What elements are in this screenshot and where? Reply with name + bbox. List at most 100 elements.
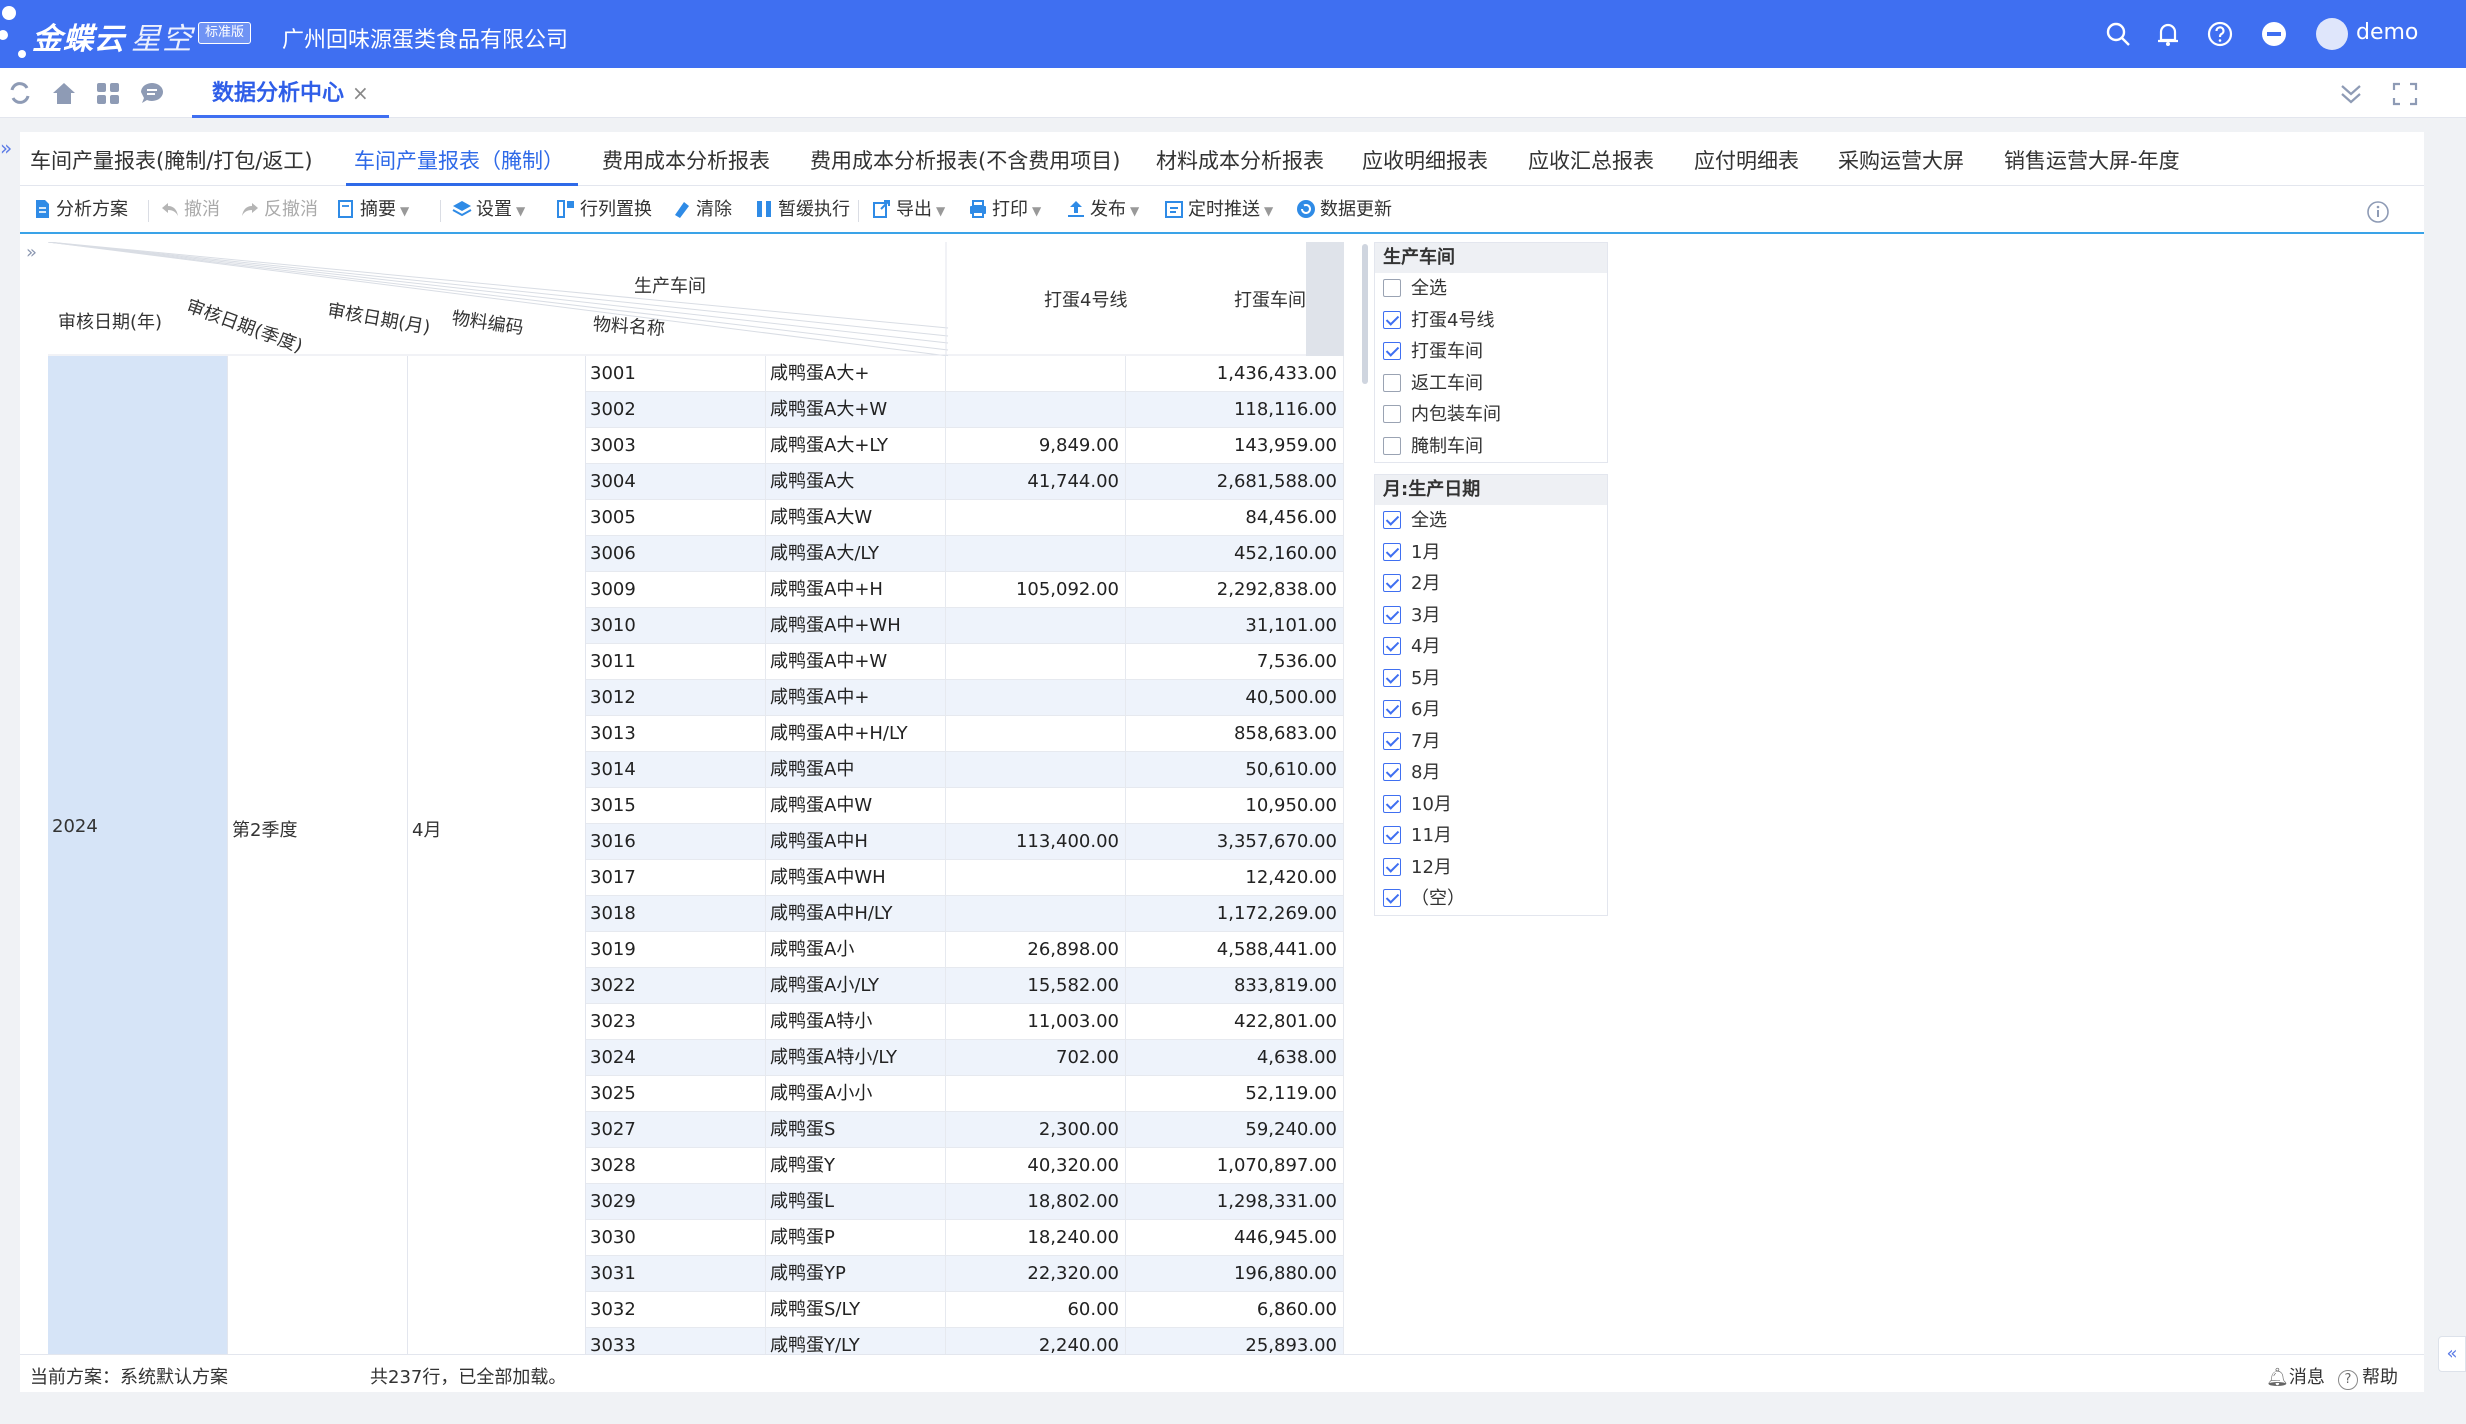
line4-value-cell[interactable]: 22,320.00 xyxy=(946,1256,1126,1292)
workshop-value-cell[interactable]: 196,880.00 xyxy=(1126,1256,1344,1292)
user-name[interactable]: demo xyxy=(2356,20,2418,45)
workshop-value-cell[interactable]: 2,681,588.00 xyxy=(1126,464,1344,500)
table-row[interactable]: 3005 咸鸭蛋A大W 84,456.00 xyxy=(586,500,1344,536)
line4-value-cell[interactable] xyxy=(946,680,1126,716)
checkbox-checked-icon[interactable] xyxy=(1383,511,1401,529)
table-row[interactable]: 3009 咸鸭蛋A中+H 105,092.00 2,292,838.00 xyxy=(586,572,1344,608)
tab-material-cost[interactable]: 材料成本分析报表 xyxy=(1156,132,1324,186)
table-row[interactable]: 3027 咸鸭蛋S 2,300.00 59,240.00 xyxy=(586,1112,1344,1148)
settings-button[interactable]: 设置 ▼ xyxy=(452,198,525,222)
filter-option[interactable]: 6月 xyxy=(1375,694,1607,726)
material-code-cell[interactable]: 3014 xyxy=(586,752,766,788)
material-code-cell[interactable]: 3029 xyxy=(586,1184,766,1220)
material-code-cell[interactable]: 3028 xyxy=(586,1148,766,1184)
material-name-cell[interactable]: 咸鸭蛋A中+ xyxy=(766,680,946,716)
line4-value-cell[interactable]: 60.00 xyxy=(946,1292,1126,1328)
tab-purchase-dashboard[interactable]: 采购运营大屏 xyxy=(1838,132,1964,186)
table-row[interactable]: 3023 咸鸭蛋A特小 11,003.00 422,801.00 xyxy=(586,1004,1344,1040)
tab-receivable-summary[interactable]: 应收汇总报表 xyxy=(1528,132,1654,186)
workshop-value-cell[interactable]: 118,116.00 xyxy=(1126,392,1344,428)
material-name-cell[interactable]: 咸鸭蛋A小小 xyxy=(766,1076,946,1112)
workshop-value-cell[interactable]: 1,436,433.00 xyxy=(1126,356,1344,392)
publish-button[interactable]: 发布 ▼ xyxy=(1066,198,1139,222)
table-row[interactable]: 3004 咸鸭蛋A大 41,744.00 2,681,588.00 xyxy=(586,464,1344,500)
table-row[interactable]: 3006 咸鸭蛋A大/LY 452,160.00 xyxy=(586,536,1344,572)
tab-workshop-output-all[interactable]: 车间产量报表(腌制/打包/返工) xyxy=(30,132,313,186)
workshop-value-cell[interactable]: 3,357,670.00 xyxy=(1126,824,1344,860)
filter-option[interactable]: 5月 xyxy=(1375,663,1607,695)
workshop-value-cell[interactable]: 143,959.00 xyxy=(1126,428,1344,464)
tab-cost-analysis-no-expense[interactable]: 费用成本分析报表(不含费用项目) xyxy=(810,132,1120,186)
checkbox-checked-icon[interactable] xyxy=(1383,826,1401,844)
table-row[interactable]: 3002 咸鸭蛋A大+W 118,116.00 xyxy=(586,392,1344,428)
line4-value-cell[interactable]: 105,092.00 xyxy=(946,572,1126,608)
material-name-cell[interactable]: 咸鸭蛋A中 xyxy=(766,752,946,788)
filter-option[interactable]: 1月 xyxy=(1375,537,1607,569)
workshop-value-cell[interactable]: 25,893.00 xyxy=(1126,1328,1344,1356)
checkbox-icon[interactable] xyxy=(1383,405,1401,423)
workshop-value-cell[interactable]: 6,860.00 xyxy=(1126,1292,1344,1328)
material-code-cell[interactable]: 3022 xyxy=(586,968,766,1004)
material-code-cell[interactable]: 3009 xyxy=(586,572,766,608)
workshop-value-cell[interactable]: 12,420.00 xyxy=(1126,860,1344,896)
material-name-cell[interactable]: 咸鸭蛋P xyxy=(766,1220,946,1256)
table-row[interactable]: 3015 咸鸭蛋A中W 10,950.00 xyxy=(586,788,1344,824)
workshop-value-cell[interactable]: 52,119.00 xyxy=(1126,1076,1344,1112)
material-code-cell[interactable]: 3006 xyxy=(586,536,766,572)
filter-option[interactable]: 8月 xyxy=(1375,757,1607,789)
workshop-value-cell[interactable]: 59,240.00 xyxy=(1126,1112,1344,1148)
checkbox-checked-icon[interactable] xyxy=(1383,668,1401,687)
info-icon[interactable] xyxy=(2366,200,2390,224)
filter-option[interactable]: （空） xyxy=(1375,883,1607,915)
tab-payable-detail[interactable]: 应付明细表 xyxy=(1694,132,1799,186)
checkbox-checked-icon[interactable] xyxy=(1383,857,1401,876)
apps-grid-icon[interactable] xyxy=(94,80,122,106)
chevron-down-double-icon[interactable] xyxy=(2336,80,2366,108)
material-code-cell[interactable]: 3005 xyxy=(586,500,766,536)
checkbox-checked-icon[interactable] xyxy=(1383,605,1401,624)
tab-workshop-output-pickling[interactable]: 车间产量报表（腌制） xyxy=(346,132,578,186)
brand-logo[interactable]: 金蝶云 星空 xyxy=(32,14,193,58)
schedule-push-button[interactable]: 定时推送 ▼ xyxy=(1164,198,1273,222)
checkbox-checked-icon[interactable] xyxy=(1383,731,1401,750)
line4-value-cell[interactable] xyxy=(946,896,1126,932)
workshop-value-cell[interactable]: 1,298,331.00 xyxy=(1126,1184,1344,1220)
filter-option[interactable]: 打蛋车间 xyxy=(1375,336,1607,368)
material-code-cell[interactable]: 3031 xyxy=(586,1256,766,1292)
workshop-value-cell[interactable]: 446,945.00 xyxy=(1126,1220,1344,1256)
pause-button[interactable]: 暂缓执行 xyxy=(754,198,850,222)
material-code-cell[interactable]: 3013 xyxy=(586,716,766,752)
line4-value-cell[interactable]: 41,744.00 xyxy=(946,464,1126,500)
material-name-cell[interactable]: 咸鸭蛋Y/LY xyxy=(766,1328,946,1356)
avatar[interactable] xyxy=(2316,18,2348,50)
company-name[interactable]: 广州回味源蛋类食品有限公司 xyxy=(282,22,568,54)
workshop-value-cell[interactable]: 2,292,838.00 xyxy=(1126,572,1344,608)
material-code-cell[interactable]: 3024 xyxy=(586,1040,766,1076)
material-name-cell[interactable]: 咸鸭蛋S/LY xyxy=(766,1292,946,1328)
table-row[interactable]: 3010 咸鸭蛋A中+WH 31,101.00 xyxy=(586,608,1344,644)
line4-value-cell[interactable]: 9,849.00 xyxy=(946,428,1126,464)
material-code-cell[interactable]: 3015 xyxy=(586,788,766,824)
line4-value-cell[interactable]: 15,582.00 xyxy=(946,968,1126,1004)
material-name-cell[interactable]: 咸鸭蛋A中+H xyxy=(766,572,946,608)
filter-option[interactable]: 内包装车间 xyxy=(1375,399,1607,431)
material-code-cell[interactable]: 3032 xyxy=(586,1292,766,1328)
material-name-cell[interactable]: 咸鸭蛋A大W xyxy=(766,500,946,536)
filter-option[interactable]: 12月 xyxy=(1375,852,1607,884)
close-icon[interactable]: × xyxy=(352,81,369,105)
table-row[interactable]: 3017 咸鸭蛋A中WH 12,420.00 xyxy=(586,860,1344,896)
checkbox-checked-icon[interactable] xyxy=(1383,794,1401,813)
line4-value-cell[interactable]: 11,003.00 xyxy=(946,1004,1126,1040)
bell-icon[interactable] xyxy=(2154,20,2182,48)
undo-button[interactable]: 撤消 xyxy=(160,198,220,222)
transpose-button[interactable]: 行列置换 xyxy=(556,198,652,222)
material-code-cell[interactable]: 3003 xyxy=(586,428,766,464)
search-icon[interactable] xyxy=(2104,20,2132,48)
table-row[interactable]: 3031 咸鸭蛋YP 22,320.00 196,880.00 xyxy=(586,1256,1344,1292)
help-button[interactable]: ? 帮助 xyxy=(2338,1363,2398,1390)
filter-option[interactable]: 腌制车间 xyxy=(1375,431,1607,463)
material-name-cell[interactable]: 咸鸭蛋L xyxy=(766,1184,946,1220)
workshop-value-cell[interactable]: 833,819.00 xyxy=(1126,968,1344,1004)
material-name-cell[interactable]: 咸鸭蛋A中W xyxy=(766,788,946,824)
chat-icon[interactable] xyxy=(138,80,166,106)
